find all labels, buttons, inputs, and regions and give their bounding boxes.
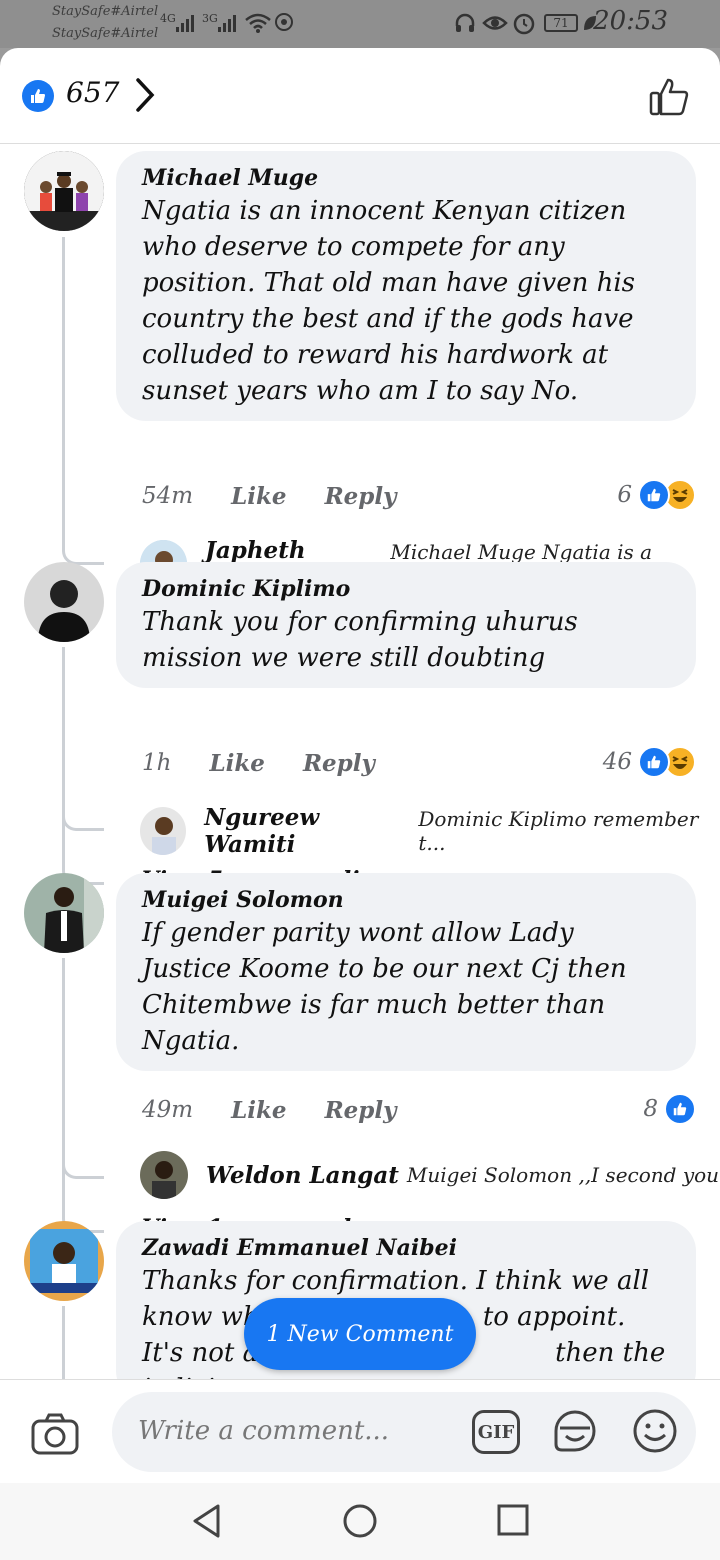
comments-list: Michael Muge Ngatia is an innocent Kenya… [0, 145, 720, 1379]
comment-text: Ngatia is an innocent Kenyan citizen who… [142, 196, 636, 406]
battery-level: 71 [544, 14, 578, 32]
thread-line [62, 1306, 65, 1379]
comment-text: Thank you for confirming uhurus mission … [142, 607, 628, 673]
reply-text: Muigei Solomon ,,I second you [406, 1163, 720, 1187]
reply-text: Dominic Kiplimo remember t... [418, 807, 699, 855]
alarm-icon [513, 13, 535, 35]
back-nav-icon[interactable] [190, 1503, 224, 1539]
avatar-zawadi-emmanuel-naibei[interactable] [24, 1221, 104, 1301]
comment-composer: Write a comment... GIF [0, 1379, 720, 1483]
comment-actions: 54m Like Reply [142, 483, 397, 510]
reply-button[interactable]: Reply [303, 750, 375, 777]
like-button[interactable]: Like [231, 1097, 286, 1124]
status-bar: StaySafe#Airtel StaySafe#Airtel 4G 3G 71… [0, 0, 720, 48]
comment-time: 1h [142, 750, 172, 776]
reaction-count: 8 [643, 1096, 658, 1122]
reply-connector [62, 465, 104, 565]
like-reaction-icon [664, 1093, 696, 1125]
comment-time: 54m [142, 483, 194, 509]
comment-input-placeholder: Write a comment... [138, 1416, 390, 1446]
avatar-dominic-kiplimo[interactable] [24, 562, 104, 642]
comment-reactions[interactable]: 46 [603, 746, 696, 778]
sticker-icon[interactable] [550, 1406, 600, 1456]
eye-comfort-icon [482, 16, 508, 30]
avatar-michael-muge[interactable] [24, 151, 104, 231]
system-nav-bar [0, 1483, 720, 1560]
reply-button[interactable]: Reply [325, 1097, 397, 1124]
comments-sheet: 657 Michael Muge Ngatia is an innocent K… [0, 48, 720, 1560]
comment-actions: 1h Like Reply [142, 750, 375, 777]
reactions-like-icon[interactable] [22, 80, 54, 112]
comment-time: 49m [142, 1097, 194, 1123]
reply-author[interactable]: Ngureew Wamiti [204, 804, 410, 858]
comment-reactions[interactable]: 8 [643, 1093, 696, 1125]
reply-author[interactable]: Weldon Langat [206, 1162, 399, 1189]
avatar-weldon-langat[interactable] [140, 1151, 188, 1199]
comment-bubble[interactable]: Dominic Kiplimo Thank you for confirming… [116, 562, 696, 688]
more-replies-connector [62, 785, 104, 885]
carrier-name-1: StaySafe#Airtel [52, 4, 159, 19]
camera-icon[interactable] [30, 1412, 80, 1456]
signal-bars-2-icon [218, 14, 236, 32]
comment-bubble[interactable]: Muigei Solomon If gender parity wont all… [116, 873, 696, 1071]
avatar-muigei-solomon[interactable] [24, 873, 104, 953]
network-type-2: 3G [202, 12, 218, 25]
comment-author[interactable]: Dominic Kiplimo [142, 574, 670, 604]
emoji-icon[interactable] [630, 1406, 680, 1456]
comment-bubble[interactable]: Michael Muge Ngatia is an innocent Kenya… [116, 151, 696, 421]
like-post-button[interactable] [648, 76, 690, 118]
reply-preview[interactable]: Weldon Langat Muigei Solomon ,,I second … [140, 1151, 719, 1199]
reply-preview[interactable]: Ngureew Wamiti Dominic Kiplimo remember … [140, 804, 720, 858]
gif-button[interactable]: GIF [472, 1410, 520, 1454]
comment-input[interactable]: Write a comment... GIF [112, 1392, 696, 1472]
sheet-header: 657 [0, 48, 720, 144]
reaction-count: 6 [617, 482, 632, 508]
chevron-right-icon[interactable] [132, 76, 156, 114]
like-button[interactable]: Like [209, 750, 264, 777]
carrier-name-2: StaySafe#Airtel [52, 26, 159, 41]
more-replies-connector [62, 1135, 104, 1233]
like-reaction-icon [638, 746, 670, 778]
reaction-count: 46 [602, 749, 632, 775]
reply-button[interactable]: Reply [325, 483, 397, 510]
comment-actions: 49m Like Reply [142, 1097, 397, 1124]
comment-text: If gender parity wont allow Lady Justice… [142, 918, 627, 1056]
wifi-icon [245, 13, 271, 33]
sync-icon [275, 13, 293, 31]
reaction-count[interactable]: 657 [66, 76, 119, 109]
comment-author[interactable]: Michael Muge [142, 163, 670, 193]
comment-author[interactable]: Muigei Solomon [142, 885, 670, 915]
comment-reactions[interactable]: 6 [617, 479, 696, 511]
headset-icon [455, 13, 475, 32]
recent-apps-nav-icon[interactable] [496, 1503, 530, 1537]
like-button[interactable]: Like [231, 483, 286, 510]
clock: 20:53 [593, 6, 668, 36]
avatar-ngureew-wamiti[interactable] [140, 807, 187, 855]
new-comment-pill[interactable]: 1 New Comment [244, 1298, 476, 1370]
like-reaction-icon [638, 479, 670, 511]
network-type-1: 4G [160, 12, 176, 25]
comment-author[interactable]: Zawadi Emmanuel Naibei [142, 1233, 670, 1263]
signal-bars-1-icon [176, 14, 194, 32]
home-nav-icon[interactable] [342, 1503, 378, 1539]
